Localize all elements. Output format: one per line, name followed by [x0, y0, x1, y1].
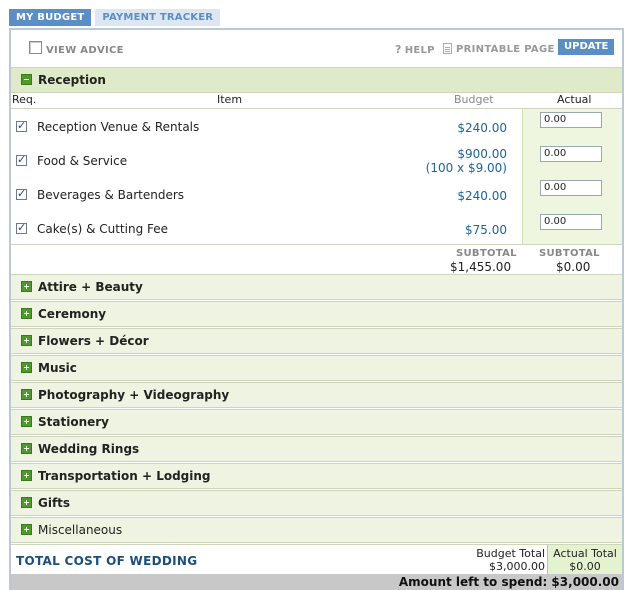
subtotal-actual-value: $0.00 — [556, 260, 591, 274]
tab-bar: MY BUDGET PAYMENT TRACKER — [9, 9, 221, 26]
expand-icon[interactable] — [21, 281, 32, 292]
expand-icon[interactable] — [21, 416, 32, 427]
amount-left-to-spend: Amount left to spend: $3,000.00 — [398, 575, 619, 589]
required-checkbox[interactable] — [16, 221, 27, 234]
actual-total-label: Actual Total — [553, 547, 617, 560]
section-title: Music — [38, 361, 77, 375]
expand-icon[interactable] — [21, 470, 32, 481]
update-button[interactable]: UPDATE — [558, 39, 614, 65]
column-header-budget: Budget — [454, 93, 494, 106]
section-title: Photography + Videography — [38, 388, 230, 402]
collapse-icon[interactable] — [21, 74, 32, 85]
budget-value: $900.00 (100 x $9.00) — [425, 147, 507, 175]
table-row: Cake(s) & Cutting Fee $75.00 0.00 — [11, 211, 622, 245]
play-arrow-icon — [567, 57, 571, 65]
expand-icon[interactable] — [21, 497, 32, 508]
section-music[interactable]: Music — [11, 355, 622, 381]
table-row: Reception Venue & Rentals $240.00 0.00 — [11, 109, 622, 143]
divider — [11, 244, 622, 245]
tab-my-budget[interactable]: MY BUDGET — [9, 9, 92, 26]
item-label: Food & Service — [37, 154, 128, 168]
actual-input[interactable]: 0.00 — [540, 146, 602, 162]
actual-input[interactable]: 0.00 — [540, 180, 602, 196]
budget-value: $240.00 — [457, 121, 507, 135]
actual-total: Actual Total $0.00 — [547, 545, 622, 575]
expand-icon[interactable] — [21, 524, 32, 535]
section-title: Ceremony — [38, 307, 107, 321]
expand-icon[interactable] — [21, 308, 32, 319]
section-attire-beauty[interactable]: Attire + Beauty — [11, 274, 622, 300]
help-label: HELP — [404, 45, 435, 56]
item-label: Reception Venue & Rentals — [37, 120, 200, 134]
help-link[interactable]: ? HELP — [395, 43, 435, 56]
expand-icon[interactable] — [21, 443, 32, 454]
subtotal-budget-label: SUBTOTAL — [456, 248, 517, 259]
table-row: Food & Service $900.00(100 x $9.00) 0.00 — [11, 143, 622, 177]
required-checkbox[interactable] — [16, 119, 27, 132]
tab-payment-tracker[interactable]: PAYMENT TRACKER — [95, 9, 221, 26]
item-label: Beverages & Bartenders — [37, 188, 185, 202]
total-cost-label: TOTAL COST OF WEDDING — [16, 554, 198, 568]
table-row: Beverages & Bartenders $240.00 0.00 — [11, 177, 622, 211]
section-miscellaneous[interactable]: Miscellaneous — [11, 517, 622, 543]
section-title: Stationery — [38, 415, 109, 429]
section-stationery[interactable]: Stationery — [11, 409, 622, 435]
budget-total: Budget Total $3,000.00 — [465, 545, 547, 575]
section-title: Flowers + Décor — [38, 334, 149, 348]
section-ceremony[interactable]: Ceremony — [11, 301, 622, 327]
required-checkbox[interactable] — [16, 187, 27, 200]
item-label: Cake(s) & Cutting Fee — [37, 222, 169, 236]
view-advice-label[interactable]: VIEW ADVICE — [46, 45, 124, 56]
printer-icon — [443, 43, 452, 54]
actual-input[interactable]: 0.00 — [540, 112, 602, 128]
toolbar: VIEW ADVICE ? HELP PRINTABLE PAGE UPDATE — [11, 30, 622, 66]
subtotal-budget-value: $1,455.00 — [450, 260, 512, 274]
column-header-actual: Actual — [557, 93, 592, 106]
amount-left-bar: Amount left to spend: $3,000.00 — [11, 574, 622, 590]
view-advice-checkbox[interactable] — [29, 41, 42, 54]
expand-icon[interactable] — [21, 389, 32, 400]
section-gifts[interactable]: Gifts — [11, 490, 622, 516]
section-transportation-lodging[interactable]: Transportation + Lodging — [11, 463, 622, 489]
section-reception-header[interactable]: Reception — [11, 67, 622, 93]
help-icon: ? — [395, 43, 402, 56]
printable-page-label: PRINTABLE PAGE — [456, 44, 555, 55]
update-label: UPDATE — [564, 41, 609, 52]
section-flowers-decor[interactable]: Flowers + Décor — [11, 328, 622, 354]
section-title: Attire + Beauty — [38, 280, 143, 294]
budget-panel: VIEW ADVICE ? HELP PRINTABLE PAGE UPDATE … — [9, 28, 624, 590]
total-cost-row: TOTAL COST OF WEDDING Budget Total $3,00… — [11, 544, 622, 575]
section-title: Reception — [38, 73, 106, 87]
budget-total-label: Budget Total — [476, 547, 545, 560]
actual-total-value: $0.00 — [569, 560, 601, 573]
column-header-item: Item — [217, 93, 243, 106]
required-checkbox[interactable] — [16, 153, 27, 166]
budget-detail: (100 x $9.00) — [425, 161, 507, 175]
section-wedding-rings[interactable]: Wedding Rings — [11, 436, 622, 462]
section-title: Wedding Rings — [38, 442, 140, 456]
section-title: Gifts — [38, 496, 71, 510]
subtotal-actual-label: SUBTOTAL — [539, 248, 600, 259]
column-header-req: Req. — [12, 93, 37, 106]
budget-total-value: $3,000.00 — [489, 560, 545, 573]
budget-value: $75.00 — [465, 223, 507, 237]
expand-icon[interactable] — [21, 362, 32, 373]
section-title: Transportation + Lodging — [38, 469, 211, 483]
section-photography-videography[interactable]: Photography + Videography — [11, 382, 622, 408]
budget-value: $240.00 — [457, 189, 507, 203]
printable-page-link[interactable]: PRINTABLE PAGE — [443, 43, 555, 55]
actual-input[interactable]: 0.00 — [540, 214, 602, 230]
section-title: Miscellaneous — [38, 523, 123, 537]
expand-icon[interactable] — [21, 335, 32, 346]
